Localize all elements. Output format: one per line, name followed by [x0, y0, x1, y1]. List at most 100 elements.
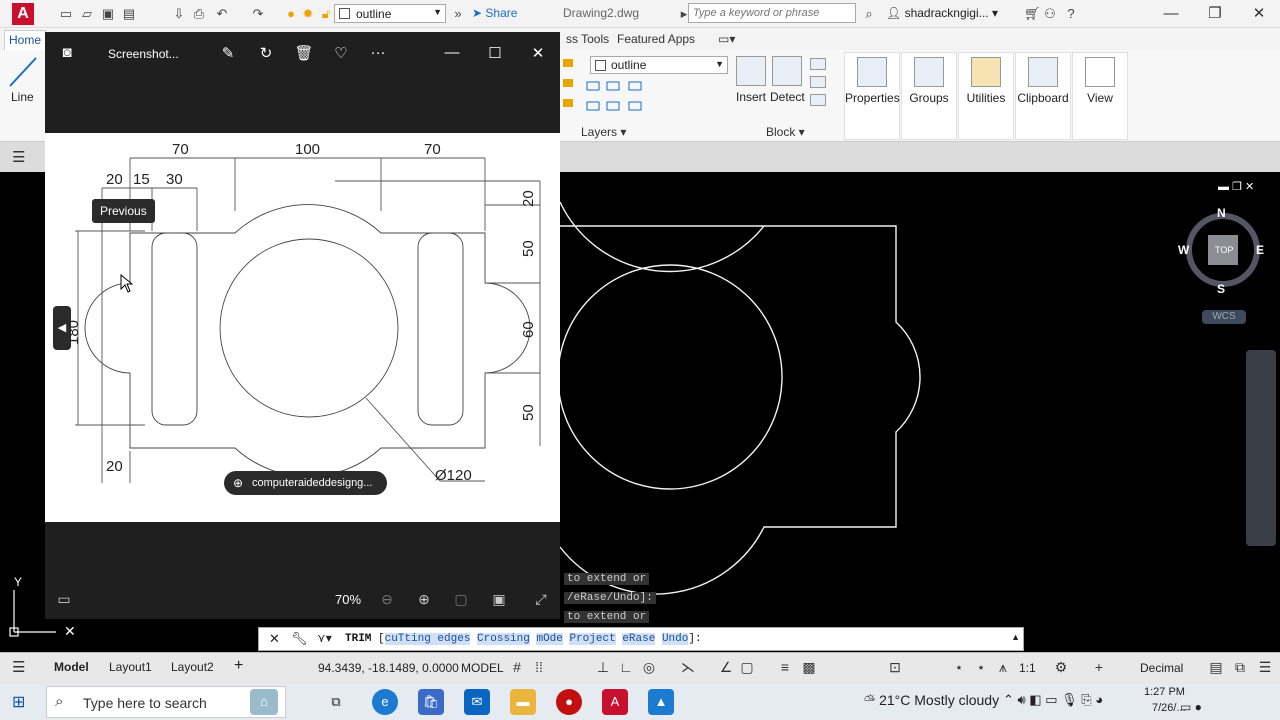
chevron-up-icon[interactable]: ▲ — [1011, 632, 1020, 642]
photo-viewer-window[interactable]: ◙ Screenshot... ✎ ↻ 🗑︎ ♡ ··· — ☐ ✕ 70 10… — [45, 32, 560, 619]
tab-model[interactable]: Model — [54, 660, 89, 674]
recent-commands-icon[interactable]: ⋎▾ — [317, 631, 332, 645]
user-account[interactable]: 👤︎ shadrackngigi... ▾ — [886, 6, 998, 20]
zoom-in-icon[interactable]: ⊕ — [415, 591, 433, 608]
app-menu-button[interactable]: A — [12, 3, 34, 25]
option-undo[interactable]: Undo — [661, 633, 689, 645]
workspace-dropdown[interactable]: outline ▼ — [334, 4, 446, 23]
viewcube-top-label[interactable]: TOP — [1215, 245, 1233, 255]
customize-status-icon[interactable]: ☰ — [1256, 659, 1274, 676]
hamburger-icon[interactable]: ☰ — [12, 148, 25, 166]
fullscreen-icon[interactable]: ⤢ — [532, 591, 550, 608]
viewport-controls[interactable]: ▬ ❐ ✕ — [1218, 180, 1254, 193]
transparency-icon[interactable]: ▩ — [800, 659, 818, 676]
community-icon[interactable]: ⚇ — [1042, 6, 1058, 22]
workspace-gear-icon[interactable]: ⚙ — [1052, 659, 1070, 676]
close-button[interactable]: ✕ — [528, 44, 548, 62]
add-layout-icon[interactable]: + — [234, 657, 243, 675]
plus-icon[interactable]: + — [1090, 659, 1108, 675]
tab-home[interactable]: Home — [4, 30, 46, 50]
grid-icon[interactable]: # — [508, 659, 526, 675]
mail-icon[interactable]: ✉ — [464, 689, 490, 715]
option-erase[interactable]: eRase — [622, 633, 656, 645]
snap-icon[interactable]: ⁞⁞ — [530, 659, 548, 675]
units-dropdown[interactable]: Decimal — [1140, 661, 1183, 675]
autocad-taskbar-icon[interactable]: A — [602, 689, 628, 715]
photos-taskbar-icon[interactable]: ▲ — [648, 689, 674, 715]
source-link-chip[interactable]: ⊕ computeraideddesigng... — [224, 471, 387, 495]
layer-property-icons[interactable] — [585, 78, 647, 118]
import-icon[interactable]: ⇩ — [171, 6, 187, 22]
annotation-visibility-icon[interactable]: ⋆ — [950, 659, 968, 676]
block-tools-icons[interactable] — [810, 56, 834, 118]
help-icon[interactable]: ? — [1063, 6, 1079, 22]
open-icon[interactable]: ▱ — [79, 6, 95, 22]
restore-button[interactable]: ❐ — [1200, 4, 1230, 24]
system-tray-icons[interactable]: ⌃ 🔊︎ ◧ ▭ 🎙︎ ⎘ ◕ — [1003, 692, 1103, 708]
help-search-input[interactable] — [689, 4, 849, 22]
infer-icon[interactable]: ⊥ — [594, 659, 612, 676]
line-tool-icon[interactable] — [6, 54, 40, 90]
isodraft-icon[interactable]: ⋋ — [679, 659, 697, 676]
share-button[interactable]: ➤ Share — [472, 6, 517, 20]
wcs-menu[interactable]: WCS — [1202, 310, 1246, 324]
minimize-button[interactable]: — — [1156, 4, 1186, 24]
lock-icon[interactable]: 🔓︎ — [318, 6, 334, 22]
polar-icon[interactable]: ◎ — [640, 659, 658, 676]
line-tool-label[interactable]: Line — [11, 90, 34, 104]
auto-scale-icon[interactable]: ⋆ — [972, 659, 990, 676]
model-space-button[interactable]: MODEL — [461, 661, 504, 675]
search-highlight-icon[interactable]: ⌂ — [250, 689, 278, 715]
store-icon[interactable]: 🛍︎ — [418, 689, 444, 715]
ribbon-options-icon[interactable]: ▭▾ — [718, 32, 735, 46]
tab-express-tools[interactable]: ss Tools — [566, 32, 609, 46]
option-project[interactable]: Project — [569, 633, 616, 645]
object-snap-icon[interactable]: ▢ — [738, 659, 756, 676]
delete-icon[interactable]: 🗑︎ — [294, 44, 314, 62]
customize-icon[interactable]: 🔧︎ — [291, 631, 308, 647]
quick-properties-icon[interactable]: ▤ — [1207, 659, 1225, 676]
annotation-scale-value[interactable]: 1:1 — [1019, 661, 1036, 675]
new-icon[interactable]: ▭ — [58, 6, 74, 22]
lightbulb-icon[interactable]: ● — [283, 6, 299, 22]
layer-dropdown[interactable]: outline ▼ — [590, 56, 728, 74]
redo-icon[interactable]: ↷ — [250, 6, 266, 22]
option-crossing[interactable]: Crossing — [477, 633, 530, 645]
hamburger-icon[interactable]: ☰ — [12, 658, 25, 676]
edge-icon[interactable]: e — [372, 689, 398, 715]
filmstrip-icon[interactable]: ▭ — [55, 591, 73, 608]
weather-widget[interactable]: ⛅︎ 21°C Mostly cloudy — [864, 692, 999, 709]
groups-panel[interactable]: Groups — [901, 52, 957, 140]
search-icon[interactable]: ⌕ — [861, 6, 877, 22]
detect-button[interactable]: Detect — [770, 56, 805, 104]
object-snap-tracking-icon[interactable]: ∠ — [717, 659, 735, 676]
minimize-button[interactable]: — — [442, 44, 462, 61]
zoom-out-icon[interactable]: ⊖ — [378, 591, 396, 608]
recorder-icon[interactable]: ● — [556, 689, 582, 715]
utilities-panel[interactable]: Utilities — [958, 52, 1014, 140]
fit-to-window-icon[interactable]: ▢ — [452, 591, 470, 608]
plot-icon[interactable]: ⎙ — [191, 6, 207, 22]
command-prompt[interactable]: TRIM [cuTting edges Crossing mOde Projec… — [345, 633, 702, 645]
clipboard-panel[interactable]: Clipboard — [1015, 52, 1071, 140]
lineweight-icon[interactable]: ≡ — [776, 659, 794, 675]
desktop-icons[interactable]: ▭ ● — [1180, 700, 1202, 714]
option-cutting-edges[interactable]: cuTting edges — [384, 633, 471, 645]
option-mode[interactable]: mOde — [536, 633, 563, 645]
close-icon[interactable]: ✕ — [269, 631, 280, 647]
save-as-icon[interactable]: ▤ — [121, 6, 137, 22]
command-line[interactable]: ✕ 🔧︎ ⋎▾ TRIM [cuTting edges Crossing mOd… — [258, 627, 1024, 651]
more-options-icon[interactable]: ··· — [368, 44, 388, 61]
rotate-icon[interactable]: ↻ — [256, 44, 276, 62]
view-panel[interactable]: View — [1072, 52, 1128, 140]
ortho-icon[interactable]: ∟ — [617, 659, 635, 675]
close-button[interactable]: ✕ — [1244, 4, 1274, 24]
file-explorer-icon[interactable]: ▬ — [510, 689, 536, 715]
coordinate-readout[interactable]: 94.3439, -18.1489, 0.0000 — [318, 661, 459, 675]
annotation-scale-icon[interactable]: ⩚ — [994, 659, 1012, 676]
cart-icon[interactable]: 🛒︎ — [1024, 6, 1041, 22]
help-search-field[interactable] — [688, 3, 856, 23]
tab-layout2[interactable]: Layout2 — [171, 660, 214, 674]
isolate-icon[interactable]: ⧉ — [1231, 659, 1249, 676]
previous-button[interactable]: ◀ — [53, 306, 71, 350]
